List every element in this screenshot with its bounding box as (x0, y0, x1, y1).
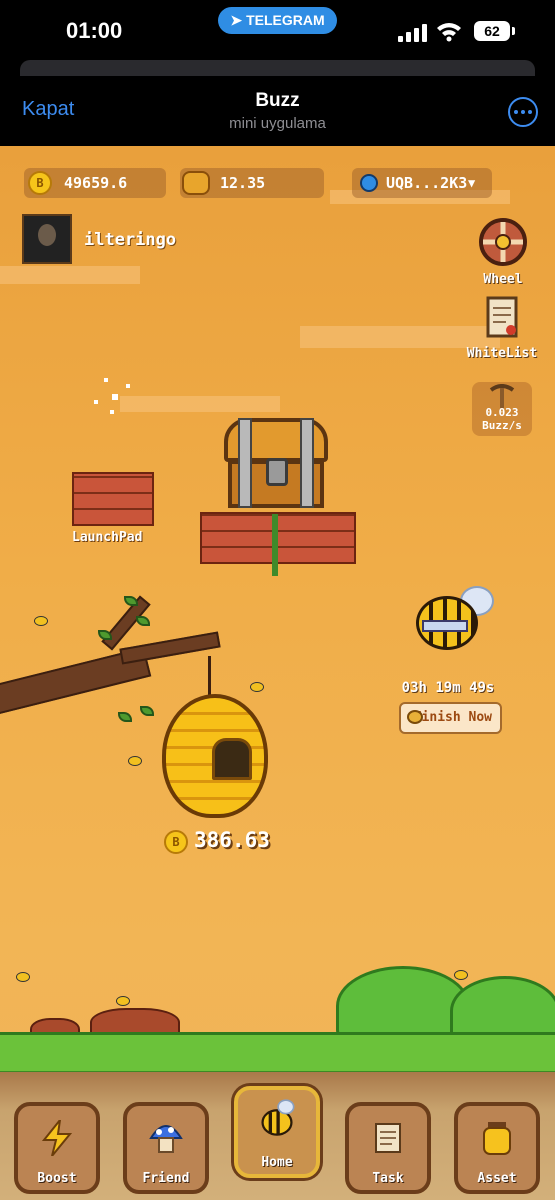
nav-task-label: Task (372, 1171, 404, 1186)
brick-platform (200, 512, 356, 564)
whitelist-button[interactable]: WhiteList (466, 294, 538, 361)
wallet-address: UQB...2K3 (386, 174, 468, 192)
finish-now-label: Finish Now (413, 710, 492, 725)
leaf (118, 712, 132, 722)
small-bee (34, 616, 48, 626)
battery-indicator: 62 (474, 21, 515, 41)
bee-icon (261, 1099, 295, 1136)
nav-asset-label: Asset (477, 1171, 517, 1186)
small-bee (454, 970, 468, 980)
tree-branch (119, 631, 221, 665)
wheel-icon (479, 218, 527, 266)
telegram-label: TELEGRAM (246, 12, 325, 28)
small-bee (116, 996, 130, 1006)
nav-friend-label: Friend (142, 1171, 190, 1186)
telegram-icon: ➤ (230, 12, 243, 28)
honey-balance-panel: 12.35 (180, 168, 324, 198)
game-canvas[interactable]: B 49659.6 12.35 UQB...2K3 ▼ ilteringo Wh… (0, 146, 555, 1200)
honey-balance: 12.35 (220, 174, 266, 192)
nav-home[interactable]: Home (234, 1086, 320, 1178)
honey-jar-icon (483, 1122, 511, 1155)
telegram-pill[interactable]: ➤ TELEGRAM (218, 7, 337, 34)
hive-string (208, 656, 211, 696)
cellular-signal-icon (398, 22, 428, 42)
cloud (120, 396, 280, 412)
nav-friend[interactable]: Friend (123, 1102, 209, 1194)
leaf (136, 616, 150, 626)
leaf (140, 706, 154, 716)
coin-balance-panel: B 49659.6 (24, 168, 166, 198)
nav-boost[interactable]: Boost (14, 1102, 100, 1194)
wheel-label: Wheel (483, 272, 523, 287)
small-bee (250, 682, 264, 692)
mining-rate-value: 0.023 (485, 406, 519, 419)
more-options-icon[interactable] (508, 97, 538, 127)
wheel-button[interactable]: Wheel (472, 216, 534, 287)
coin-icon: B (164, 830, 188, 854)
username: ilteringo (84, 230, 177, 250)
nav-asset[interactable]: Asset (454, 1102, 540, 1194)
sparkle (104, 378, 108, 382)
ton-icon (360, 174, 378, 192)
vine (272, 514, 278, 576)
mining-rate-unit: Buzz/s (482, 419, 522, 432)
wifi-icon (437, 23, 461, 42)
leaf (124, 596, 138, 606)
coin-balance: 49659.6 (64, 174, 128, 192)
cloud (0, 266, 140, 284)
honeycomb-icon (182, 171, 210, 195)
sparkle (126, 384, 130, 388)
lightning-icon (41, 1120, 73, 1156)
chest-band (238, 418, 252, 508)
bee-timer: 03h 19m 49s (401, 680, 495, 696)
avatar[interactable] (22, 214, 72, 264)
app-subtitle: mini uygulama (229, 115, 326, 132)
nav-home-label: Home (261, 1155, 293, 1170)
chevron-down-icon: ▼ (468, 176, 476, 190)
sparkle (94, 400, 98, 404)
lock-icon (266, 458, 288, 486)
hive-amount: 386.63 (194, 828, 270, 852)
sheet-grabber (20, 60, 535, 76)
treasure-chest[interactable] (224, 418, 328, 510)
status-time: 01:00 (66, 18, 123, 43)
beehive[interactable] (162, 694, 268, 818)
nav-boost-label: Boost (37, 1171, 77, 1186)
scroll-icon (375, 1123, 401, 1153)
coin-icon: B (28, 171, 52, 195)
grass (0, 1032, 555, 1075)
sparkle (110, 410, 114, 414)
small-bee (128, 756, 142, 766)
peanut-icon (407, 710, 423, 724)
bee-scarf (422, 620, 468, 632)
hive-door (212, 738, 252, 780)
bee-character[interactable] (410, 586, 494, 666)
sparkle (112, 394, 118, 400)
finish-now-button[interactable]: Finish Now (399, 702, 502, 734)
wallet-selector[interactable]: UQB...2K3 ▼ (352, 168, 492, 198)
app-title: Buzz (255, 90, 300, 111)
launchpad-button[interactable] (72, 472, 154, 526)
chest-band (300, 418, 314, 508)
nav-task[interactable]: Task (345, 1102, 431, 1194)
launchpad-label: LaunchPad (72, 530, 143, 545)
mining-rate-panel[interactable]: 0.023 Buzz/s (472, 382, 532, 436)
mushroom-icon (149, 1125, 183, 1153)
scroll-icon (486, 296, 518, 338)
status-bar: 01:00 ➤ TELEGRAM 62 (0, 0, 555, 62)
small-bee (16, 972, 30, 982)
miniapp-header: Kapat Buzz mini uygulama (0, 76, 555, 146)
whitelist-label: WhiteList (466, 346, 538, 361)
